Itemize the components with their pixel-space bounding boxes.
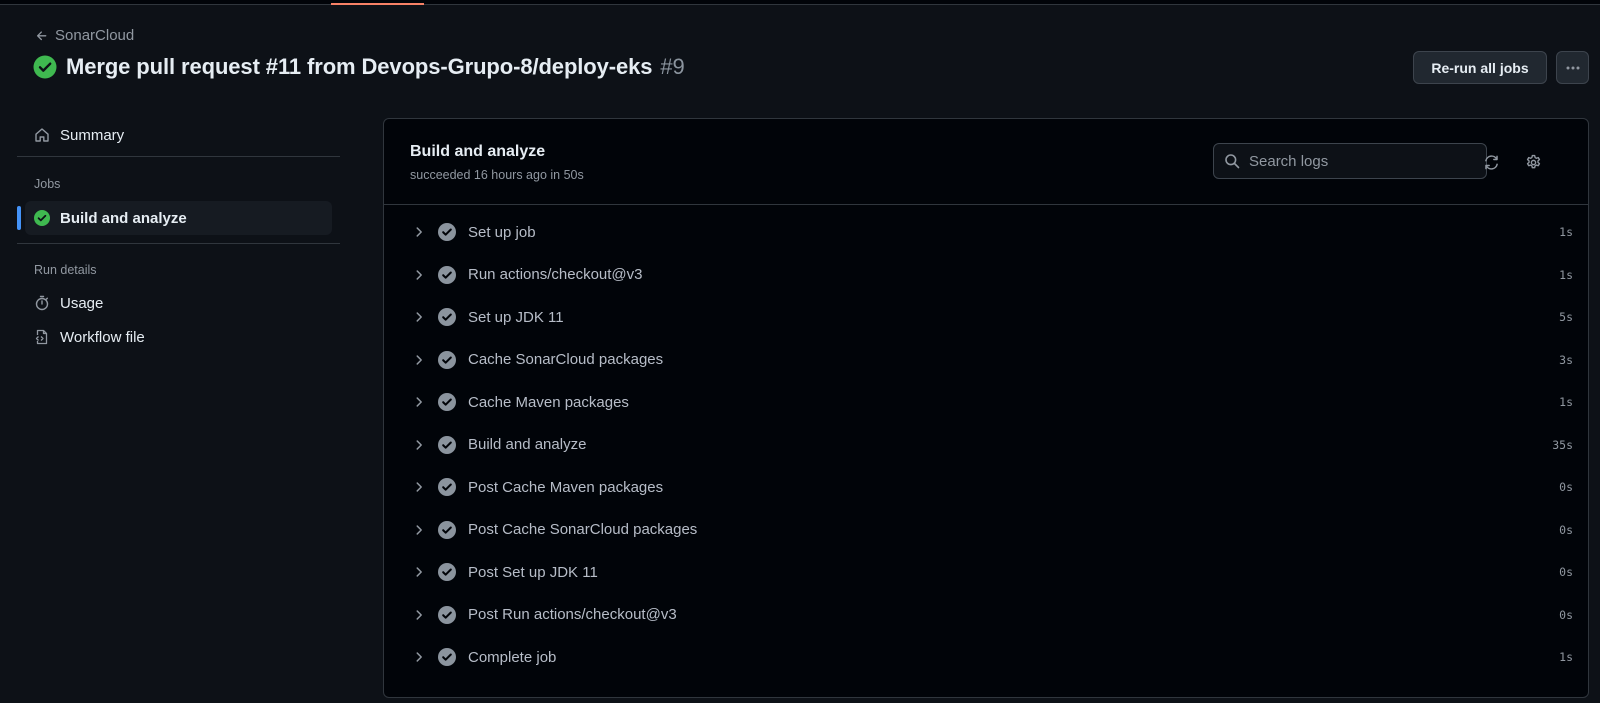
step-duration: 1s xyxy=(1559,395,1573,410)
step-duration: 1s xyxy=(1559,267,1573,282)
step-name: Post Cache Maven packages xyxy=(468,478,664,496)
chevron-right-icon xyxy=(416,525,422,535)
check-circle-fill-icon xyxy=(33,55,57,79)
run-details-heading: Run details xyxy=(34,263,97,277)
run-title-text: Merge pull request #11 from Devops-Grupo… xyxy=(66,54,653,79)
job-header: Build and analyze succeeded 16 hours ago… xyxy=(384,119,1588,205)
chevron-right-icon xyxy=(416,312,422,322)
check-circle-fill-icon xyxy=(438,223,456,242)
step-row[interactable]: Set up JDK 11 5s xyxy=(384,296,1588,339)
arrow-left-icon xyxy=(36,30,47,40)
step-row[interactable]: Cache Maven packages 1s xyxy=(384,381,1588,424)
step-name: Run actions/checkout@v3 xyxy=(468,266,643,284)
search-logs-input[interactable] xyxy=(1249,152,1479,170)
more-options-button[interactable] xyxy=(1556,51,1589,84)
step-row[interactable]: Post Cache Maven packages 0s xyxy=(384,466,1588,509)
step-name: Set up job xyxy=(468,223,536,241)
stopwatch-icon xyxy=(35,295,49,311)
file-code-icon xyxy=(35,329,48,345)
check-circle-fill-icon xyxy=(438,393,456,412)
run-number: #9 xyxy=(660,54,685,79)
chevron-right-icon xyxy=(416,397,422,407)
sidebar-divider xyxy=(17,243,340,244)
step-name: Cache Maven packages xyxy=(468,393,629,411)
check-circle-fill-icon xyxy=(438,265,456,284)
sidebar-item-workflow-file[interactable]: Workflow file xyxy=(17,320,340,354)
step-name: Complete job xyxy=(468,648,557,666)
check-circle-fill-icon xyxy=(438,605,456,624)
sidebar-item-summary[interactable]: Summary xyxy=(17,118,340,152)
top-nav-border xyxy=(0,0,1600,5)
step-name: Post Run actions/checkout@v3 xyxy=(468,606,677,624)
step-row[interactable]: Run actions/checkout@v3 1s xyxy=(384,254,1588,297)
chevron-right-icon xyxy=(416,440,422,450)
back-link[interactable]: SonarCloud xyxy=(35,27,134,44)
sidebar-divider xyxy=(17,156,340,157)
sidebar: Summary Jobs Build and analyze Run detai… xyxy=(17,118,340,354)
job-log-panel: Build and analyze succeeded 16 hours ago… xyxy=(383,118,1589,698)
step-duration: 5s xyxy=(1559,310,1573,325)
check-circle-fill-icon xyxy=(438,350,456,369)
step-name: Build and analyze xyxy=(468,436,587,454)
check-circle-fill-icon xyxy=(438,563,456,582)
refresh-button[interactable] xyxy=(1481,152,1501,172)
job-status-text: succeeded 16 hours ago in 50s xyxy=(410,168,584,182)
step-row[interactable]: Complete job 1s xyxy=(384,636,1588,679)
sidebar-item-build-and-analyze[interactable]: Build and analyze xyxy=(17,201,332,235)
check-circle-fill-icon xyxy=(438,478,456,497)
step-duration: 0s xyxy=(1559,565,1573,580)
check-circle-fill-icon xyxy=(438,308,456,327)
search-logs-box xyxy=(1213,143,1487,179)
step-duration: 1s xyxy=(1559,650,1573,665)
chevron-right-icon xyxy=(416,652,422,662)
step-duration: 0s xyxy=(1559,480,1573,495)
step-row[interactable]: Post Cache SonarCloud packages 0s xyxy=(384,509,1588,552)
back-link-label: SonarCloud xyxy=(55,27,135,44)
step-name: Post Cache SonarCloud packages xyxy=(468,521,698,539)
job-title: Build and analyze xyxy=(410,143,546,160)
search-icon xyxy=(1225,154,1240,169)
step-row[interactable]: Post Run actions/checkout@v3 0s xyxy=(384,594,1588,637)
sidebar-item-label: Usage xyxy=(60,294,104,312)
chevron-right-icon xyxy=(416,270,422,280)
step-row[interactable]: Set up job 1s xyxy=(384,211,1588,254)
chevron-right-icon xyxy=(416,610,422,620)
sidebar-item-usage[interactable]: Usage xyxy=(17,286,340,320)
jobs-heading: Jobs xyxy=(34,177,61,191)
home-icon xyxy=(35,128,49,142)
check-circle-fill-icon xyxy=(438,648,456,667)
chevron-right-icon xyxy=(416,482,422,492)
check-circle-fill-icon xyxy=(438,520,456,539)
sync-icon xyxy=(1484,154,1498,170)
sidebar-item-label: Build and analyze xyxy=(60,209,187,227)
step-duration: 3s xyxy=(1559,352,1573,367)
step-name: Cache SonarCloud packages xyxy=(468,351,664,369)
page-title: Merge pull request #11 from Devops-Grupo… xyxy=(66,54,685,80)
check-circle-fill-icon xyxy=(34,210,50,226)
rerun-all-jobs-button[interactable]: Re-run all jobs xyxy=(1413,51,1547,84)
kebab-horizontal-icon xyxy=(1566,66,1579,69)
sidebar-item-label: Workflow file xyxy=(60,328,145,346)
step-duration: 1s xyxy=(1559,225,1573,240)
step-duration: 35s xyxy=(1552,437,1573,452)
step-row[interactable]: Build and analyze 35s xyxy=(384,424,1588,467)
chevron-right-icon xyxy=(416,355,422,365)
active-tab-underline xyxy=(331,3,424,5)
chevron-right-icon xyxy=(416,227,422,237)
check-circle-fill-icon xyxy=(438,435,456,454)
step-row[interactable]: Post Set up JDK 11 0s xyxy=(384,551,1588,594)
step-name: Post Set up JDK 11 xyxy=(468,563,598,581)
step-row[interactable]: Cache SonarCloud packages 3s xyxy=(384,339,1588,382)
chevron-right-icon xyxy=(416,567,422,577)
step-duration: 0s xyxy=(1559,522,1573,537)
run-title: Merge pull request #11 from Devops-Grupo… xyxy=(33,54,685,80)
step-name: Set up JDK 11 xyxy=(468,308,564,326)
settings-button[interactable] xyxy=(1523,152,1543,172)
sidebar-item-label: Summary xyxy=(60,126,125,144)
steps-list: Set up job 1s Run actions/checkout@v3 1s Set… xyxy=(384,205,1588,679)
step-duration: 0s xyxy=(1559,607,1573,622)
gear-icon xyxy=(1526,154,1540,168)
